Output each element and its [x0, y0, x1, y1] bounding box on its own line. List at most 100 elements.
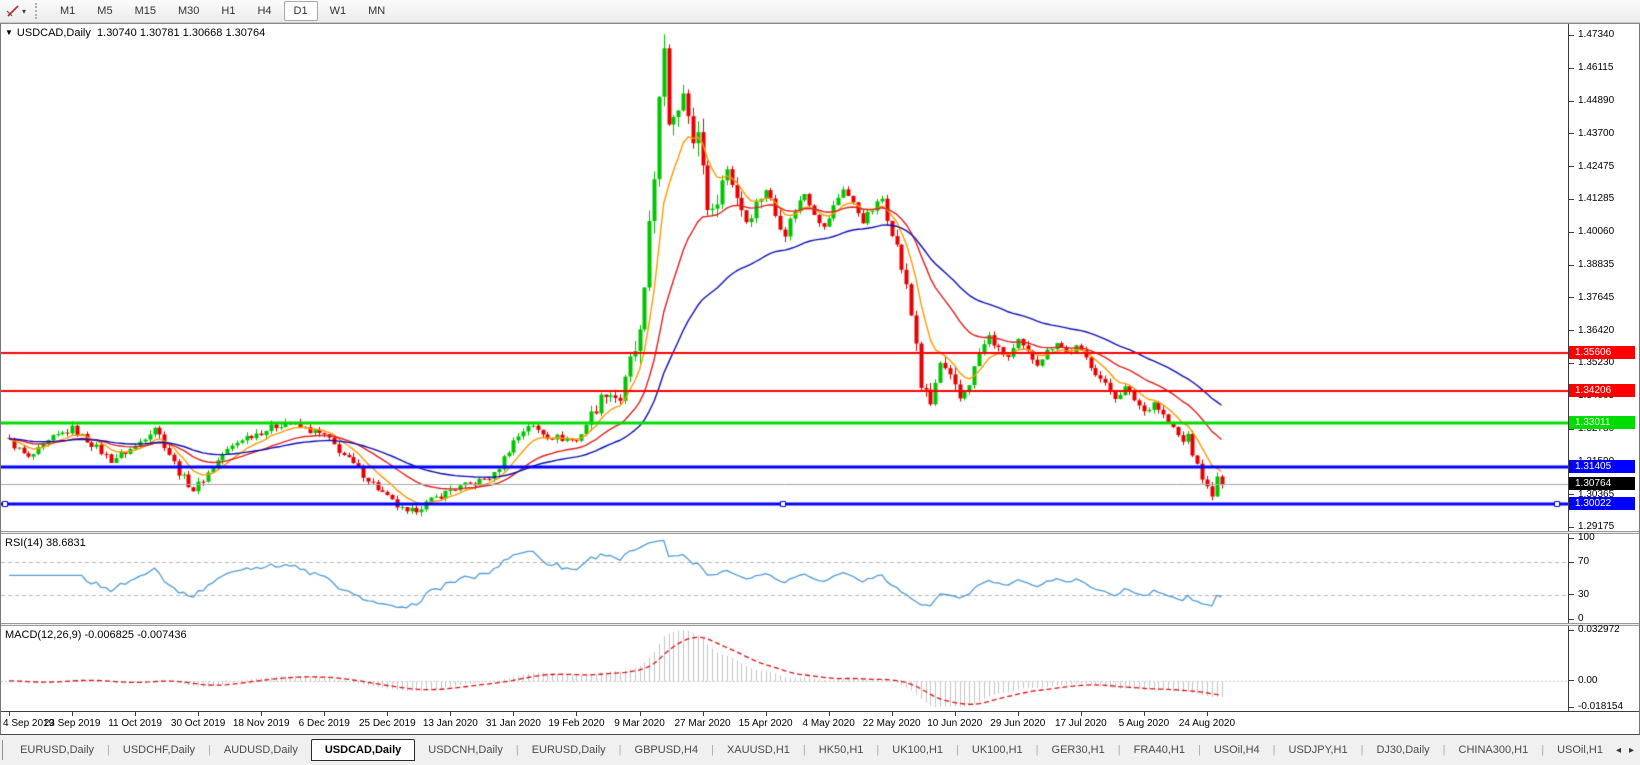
time-axis-label: 17 Jul 2020 — [1054, 718, 1107, 729]
tab-gbpusd-h4[interactable]: GBPUSD,H4 — [622, 740, 712, 760]
time-axis-tick-mark — [324, 712, 326, 716]
price-axis-label: 1.43700 — [1578, 127, 1615, 139]
price-level-badge: 1.35606 — [1569, 345, 1635, 359]
time-axis-label: 15 Apr 2020 — [738, 718, 793, 729]
macd-plot[interactable]: MACD(12,26,9) -0.006825 -0.007436 — [1, 626, 1568, 711]
rsi-plot[interactable]: RSI(14) 38.6831 — [1, 534, 1568, 623]
time-axis-tick-mark — [513, 712, 515, 716]
toolbar-grip[interactable] — [35, 3, 41, 19]
time-axis-label: 13 Jan 2020 — [422, 718, 478, 729]
macd-label: MACD(12,26,9) -0.006825 -0.007436 — [5, 629, 187, 641]
tab-usoil-h4[interactable]: USOil,H4 — [1201, 740, 1273, 760]
tab-scroll-left-icon[interactable]: ◂ — [1616, 745, 1621, 756]
chart-window: ▼ USDCAD,Daily 1.30740 1.30781 1.30668 1.… — [0, 23, 1640, 735]
time-axis-tick-mark — [1206, 712, 1208, 716]
time-axis[interactable]: 4 Sep 2019 23 Sep 2019 11 Oct 2019 30 Oct 2… — [1, 711, 1639, 734]
price-axis-tick-mark — [1569, 34, 1574, 36]
time-axis-label: 25 Dec 2019 — [358, 718, 416, 729]
timeframe-button-h1[interactable]: H1 — [211, 1, 245, 21]
rsi-axis-label: 30 — [1578, 588, 1590, 600]
price-axis-tick-mark — [1569, 67, 1574, 69]
rsi-axis-tick-mark — [1569, 537, 1574, 539]
tab-fra40-h1[interactable]: FRA40,H1 — [1121, 740, 1198, 760]
macd-axis-tick-mark — [1569, 629, 1574, 631]
collapse-triangle-icon[interactable]: ▼ — [5, 28, 13, 37]
timeframe-button-m5[interactable]: M5 — [87, 1, 122, 21]
rsi-canvas[interactable] — [1, 534, 1568, 623]
timeframe-button-h4[interactable]: H4 — [247, 1, 281, 21]
time-axis-tick-mark — [1080, 712, 1082, 716]
tab-xauusd-h1[interactable]: XAUUSD,H1 — [714, 740, 803, 760]
time-axis-tick-mark — [828, 712, 830, 716]
tab-dj30-daily[interactable]: DJ30,Daily — [1363, 740, 1442, 760]
time-axis-tick-mark — [1143, 712, 1145, 716]
time-axis-label: 19 Feb 2020 — [548, 718, 605, 729]
tab-eurusd-daily[interactable]: EURUSD,Daily — [519, 740, 619, 760]
price-axis-label: 1.47340 — [1578, 29, 1615, 40]
tab-china300-h1[interactable]: CHINA300,H1 — [1446, 740, 1542, 760]
tab-eurusd-daily[interactable]: EURUSD,Daily — [7, 740, 107, 760]
price-axis-tick-mark — [1569, 494, 1574, 496]
time-axis-tick-mark — [639, 712, 641, 716]
price-level-badge: 1.31405 — [1569, 459, 1635, 473]
line-tool-icon[interactable] — [4, 2, 22, 20]
time-axis-tick-mark — [765, 712, 767, 716]
timeframe-button-mn[interactable]: MN — [358, 1, 395, 21]
tab-uk100-h1[interactable]: UK100,H1 — [879, 740, 956, 760]
time-axis-tick-mark — [9, 712, 10, 716]
price-axis-tick-mark — [1569, 330, 1574, 332]
price-axis-tick-mark — [1569, 231, 1574, 233]
timeframe-button-m1[interactable]: M1 — [50, 1, 85, 21]
price-axis-label: 1.40060 — [1578, 226, 1615, 238]
time-axis-label: 6 Dec 2019 — [298, 718, 350, 729]
macd-canvas[interactable] — [1, 626, 1568, 711]
tab-uk100-h1[interactable]: UK100,H1 — [959, 740, 1036, 760]
price-plot[interactable]: ▼ USDCAD,Daily 1.30740 1.30781 1.30668 1.… — [1, 24, 1568, 531]
time-axis-label: 23 Sep 2019 — [43, 718, 101, 729]
tab-scroll-right-icon[interactable]: ▸ — [1629, 745, 1634, 756]
price-axis-tick-mark — [1569, 133, 1574, 135]
price-axis-label: 1.37645 — [1578, 291, 1615, 303]
price-axis-tick-mark — [1569, 198, 1574, 200]
tab-usdjpy-h1[interactable]: USDJPY,H1 — [1276, 740, 1361, 760]
price-axis-label: 1.36420 — [1578, 324, 1615, 336]
tab-hk50-h1[interactable]: HK50,H1 — [806, 740, 877, 760]
timeframe-button-d1[interactable]: D1 — [283, 1, 318, 21]
macd-panel: MACD(12,26,9) -0.006825 -0.007436 0.0329… — [1, 624, 1639, 712]
rsi-axis-label: 70 — [1578, 556, 1590, 568]
chart-tab-bar: EURUSD,Daily | USDCHF,Daily | AUDUSD,Daily US… — [0, 735, 1640, 765]
tab-ger30-h1[interactable]: GER30,H1 — [1039, 740, 1118, 760]
rsi-axis-tick-mark — [1569, 561, 1574, 563]
time-axis-tick-mark — [576, 712, 578, 716]
rsi-panel: RSI(14) 38.6831 100 70 30 0 — [1, 532, 1639, 624]
tab-usdcad-daily[interactable]: USDCAD,Daily — [310, 739, 416, 761]
tab-usoil-h1[interactable]: USOil,H1 — [1544, 740, 1616, 760]
price-axis-tick-mark — [1569, 526, 1574, 528]
tab-usdcnh-daily[interactable]: USDCNH,Daily — [415, 740, 516, 760]
rsi-axis-label: 100 — [1578, 532, 1595, 543]
time-axis-tick-mark — [1017, 712, 1019, 716]
tab-audusd-daily[interactable]: AUDUSD,Daily — [211, 740, 311, 760]
price-axis[interactable]: 1.47340 1.46115 1.44890 1.43700 1.42475 1.412… — [1568, 24, 1639, 533]
time-axis-label: 18 Nov 2019 — [232, 718, 290, 729]
rsi-axis[interactable]: 100 70 30 0 — [1568, 532, 1639, 624]
time-axis-tick-mark — [450, 712, 452, 716]
timeframe-button-m30[interactable]: M30 — [168, 1, 209, 21]
macd-axis[interactable]: 0.032972 0.00 -0.018154 — [1568, 624, 1639, 712]
price-panel: ▼ USDCAD,Daily 1.30740 1.30781 1.30668 1.… — [1, 24, 1639, 533]
tool-dropdown-caret-icon[interactable]: ▾ — [22, 7, 26, 16]
timeframe-button-m15[interactable]: M15 — [125, 1, 166, 21]
time-axis-label: 5 Aug 2020 — [1118, 718, 1170, 729]
chart-tabs: EURUSD,Daily | USDCHF,Daily | AUDUSD,Daily US… — [7, 739, 1616, 761]
price-axis-label: 1.44890 — [1578, 95, 1615, 107]
chart-title-ohlc: 1.30740 1.30781 1.30668 1.30764 — [97, 27, 266, 39]
top-toolbar: ▾ M1 M5 M15 M30 H1 H4 D1 W1 MN — [0, 0, 1640, 23]
time-axis-label: 31 Jan 2020 — [485, 718, 541, 729]
price-axis-label: 1.42475 — [1578, 160, 1615, 172]
price-axis-label: 1.29175 — [1578, 521, 1615, 533]
tab-usdchf-daily[interactable]: USDCHF,Daily — [110, 740, 208, 760]
price-chart-canvas[interactable] — [1, 24, 1568, 531]
macd-axis-tick-mark — [1569, 706, 1574, 708]
time-axis-label: 24 Aug 2020 — [1178, 718, 1236, 729]
timeframe-button-w1[interactable]: W1 — [320, 1, 357, 21]
